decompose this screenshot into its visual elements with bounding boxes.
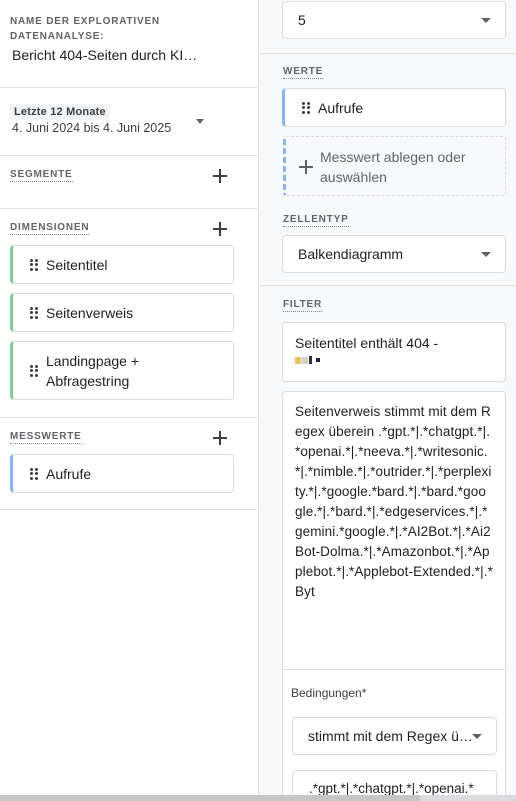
exploration-name-value[interactable]: Bericht 404-Seiten durch KI…	[12, 47, 202, 63]
divider	[0, 509, 257, 510]
filter-text: Seitentitel enthält 404 -	[295, 335, 439, 351]
metric-label: Aufrufe	[46, 465, 92, 482]
scrollbar-thumb[interactable]	[0, 795, 420, 801]
divider	[0, 155, 257, 156]
horizontal-scrollbar[interactable]	[0, 795, 516, 801]
filter-label: FILTER	[283, 299, 323, 312]
cell-type-select[interactable]: Balkendiagramm	[282, 235, 506, 273]
date-range-text[interactable]: 4. Juni 2024 bis 4. Juni 2025	[12, 121, 171, 135]
filter-heading: FILTER	[283, 299, 323, 312]
divider	[0, 417, 257, 418]
rows-count-value: 5	[298, 12, 306, 28]
add-segment-plus-icon[interactable]	[213, 169, 227, 183]
regex-value-text: .*gpt.*|.*chatgpt.*|.*openai.*	[309, 781, 474, 796]
metric-chip-aufrufe[interactable]: Aufrufe	[10, 454, 234, 493]
dimension-chip-seitentitel[interactable]: Seitentitel	[10, 245, 234, 284]
drag-handle-icon[interactable]	[30, 258, 38, 271]
conditions-select-value: stimmt mit dem Regex ü…	[308, 728, 473, 744]
drag-handle-icon[interactable]	[30, 306, 38, 319]
conditions-select[interactable]: stimmt mit dem Regex ü…	[292, 717, 497, 755]
drag-handle-icon[interactable]	[30, 467, 38, 480]
dimension-chip-seitenverweis[interactable]: Seitenverweis	[10, 293, 234, 332]
metric-drop-zone[interactable]: Messwert ablegen oder auswählen	[283, 136, 506, 196]
divider	[259, 53, 516, 54]
values-chip-aufrufe[interactable]: Aufrufe	[282, 88, 506, 127]
add-metric-plus-icon[interactable]	[213, 431, 227, 445]
filter-conditions-editor: Bedingungen* stimmt mit dem Regex ü… .*g…	[282, 669, 506, 801]
chevron-down-icon[interactable]	[196, 119, 204, 124]
metrics-heading: MESSWERTE	[10, 431, 82, 444]
metrics-label: MESSWERTE	[10, 431, 82, 444]
redacted-value-icon	[295, 356, 493, 364]
divider	[0, 87, 257, 88]
rows-count-select[interactable]: 5	[282, 1, 506, 39]
dimensions-label: DIMENSIONEN	[10, 222, 90, 235]
dimensions-heading: DIMENSIONEN	[10, 222, 90, 235]
dimension-label: Seitenverweis	[46, 304, 134, 321]
cell-type-label: ZELLENTYP	[283, 214, 349, 227]
filter-text: Seitenverweis stimmt mit dem Regex übere…	[295, 404, 493, 599]
plus-icon	[299, 160, 313, 174]
add-dimension-plus-icon[interactable]	[213, 222, 227, 236]
chevron-down-icon	[472, 734, 482, 739]
cell-type-heading: ZELLENTYP	[283, 214, 349, 227]
chevron-down-icon	[481, 252, 491, 257]
dimension-label: Landingpage + Abfragestring	[46, 352, 140, 389]
exploration-name-label: NAME DER EXPLORATIVEN DATENANALYSE:	[10, 16, 160, 42]
chevron-down-icon	[481, 18, 491, 23]
filter-card-seitenverweis[interactable]: Seitenverweis stimmt mit dem Regex übere…	[282, 391, 506, 670]
dimension-chip-landingpage[interactable]: Landingpage + Abfragestring	[10, 341, 234, 400]
values-heading: WERTE	[283, 66, 324, 79]
drag-handle-icon[interactable]	[30, 364, 38, 377]
segments-label: SEGMENTE	[10, 169, 73, 182]
segments-heading: SEGMENTE	[10, 169, 73, 182]
values-label: WERTE	[283, 66, 324, 79]
divider	[0, 208, 257, 209]
values-chip-label: Aufrufe	[318, 99, 364, 116]
variables-panel: NAME DER EXPLORATIVEN DATENANALYSE: Beri…	[0, 0, 257, 801]
date-preset-chip[interactable]: Letzte 12 Monate	[10, 104, 110, 120]
drop-zone-text: Messwert ablegen oder auswählen	[320, 149, 466, 185]
drag-handle-icon[interactable]	[302, 101, 310, 114]
divider	[259, 285, 516, 286]
cell-type-value: Balkendiagramm	[298, 246, 404, 262]
dimension-label: Seitentitel	[46, 256, 108, 273]
conditions-label: Bedingungen*	[291, 686, 367, 700]
filter-card-seitentitel[interactable]: Seitentitel enthält 404 -	[282, 322, 506, 382]
